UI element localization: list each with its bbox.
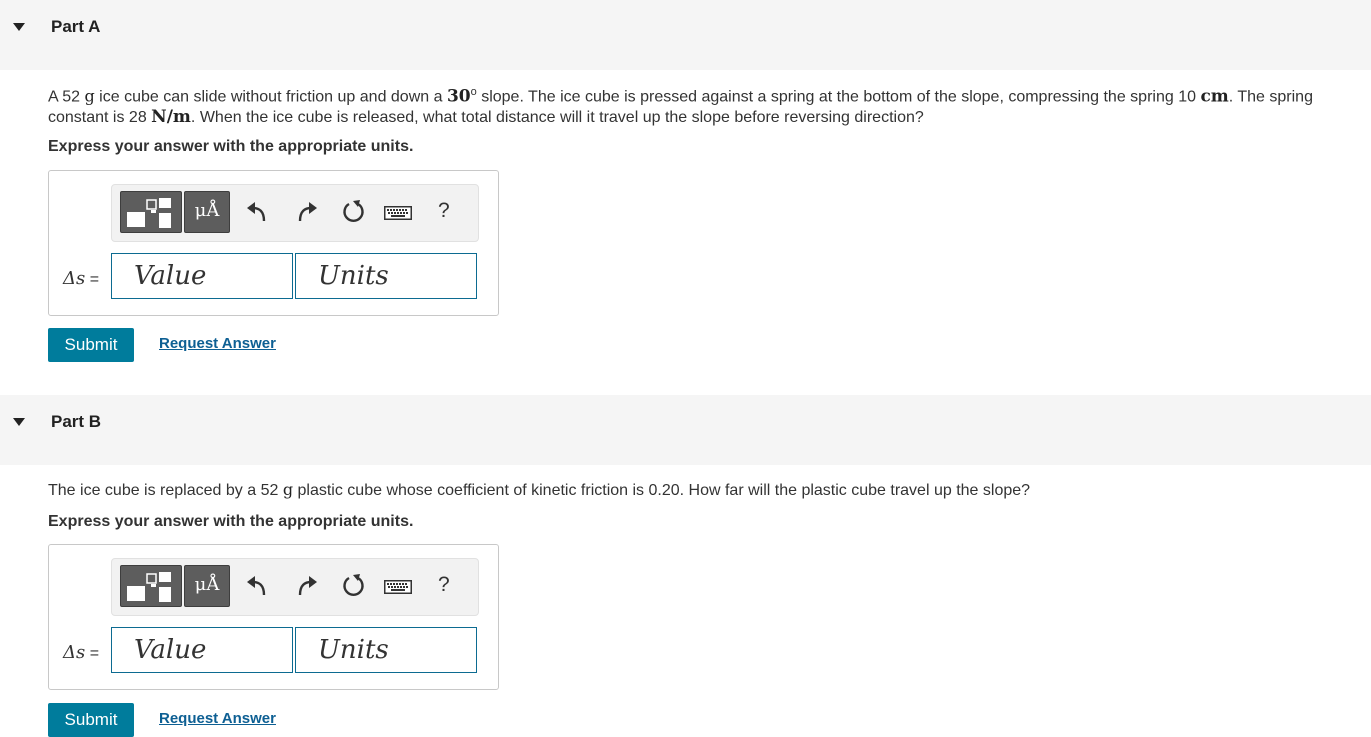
part-b-math-toolbar: μÅ ?	[111, 558, 479, 616]
templates-button[interactable]	[120, 191, 182, 233]
units-input[interactable]	[296, 254, 476, 298]
templates-icon	[127, 198, 171, 228]
units-button[interactable]: μÅ	[184, 565, 230, 607]
redo-icon[interactable]	[294, 573, 320, 599]
units-field	[295, 627, 477, 673]
part-b-problem: The ice cube is replaced by a 52 g plast…	[48, 479, 1348, 501]
redo-icon[interactable]	[294, 199, 320, 225]
value-field	[111, 627, 293, 673]
part-b-header[interactable]: Part B	[0, 395, 1371, 465]
part-a-header[interactable]: Part A	[0, 0, 1371, 70]
units-icon: μÅ	[194, 574, 220, 595]
part-b-instruction: Express your answer with the appropriate…	[48, 513, 414, 530]
part-b-title: Part B	[51, 412, 102, 431]
keyboard-icon[interactable]	[384, 580, 412, 594]
templates-button[interactable]	[120, 565, 182, 607]
part-a-instruction: Express your answer with the appropriate…	[48, 138, 414, 155]
undo-icon[interactable]	[244, 199, 270, 225]
value-input[interactable]	[112, 628, 292, 672]
part-a-problem-line-2: constant is 28 N/m. When the ice cube is…	[48, 107, 924, 128]
reset-icon[interactable]	[341, 199, 367, 225]
collapse-triangle-icon[interactable]	[13, 23, 25, 31]
part-a-answer-box: μÅ ? Δs =	[48, 170, 499, 316]
units-button[interactable]: μÅ	[184, 191, 230, 233]
delta-s-label: Δs =	[63, 642, 100, 663]
part-b-problem-line-1: The ice cube is replaced by a 52 g plast…	[48, 480, 1031, 499]
part-a-problem: A 52 g ice cube can slide without fricti…	[48, 82, 1348, 128]
part-b-answer-box: μÅ ? Δs =	[48, 544, 499, 690]
reset-icon[interactable]	[341, 573, 367, 599]
value-input[interactable]	[112, 254, 292, 298]
value-field	[111, 253, 293, 299]
keyboard-icon[interactable]	[384, 206, 412, 220]
part-a-submit-button[interactable]: Submit	[48, 328, 134, 362]
templates-icon	[127, 572, 171, 602]
part-a-math-toolbar: μÅ ?	[111, 184, 479, 242]
undo-icon[interactable]	[244, 573, 270, 599]
part-a-problem-line-1: A 52 g ice cube can slide without fricti…	[48, 86, 1313, 107]
units-icon: μÅ	[194, 200, 220, 221]
help-icon[interactable]: ?	[438, 573, 450, 597]
units-input[interactable]	[296, 628, 476, 672]
help-icon[interactable]: ?	[438, 199, 450, 223]
part-b-request-answer-link[interactable]: Request Answer	[159, 710, 276, 727]
units-field	[295, 253, 477, 299]
part-a-request-answer-link[interactable]: Request Answer	[159, 335, 276, 352]
delta-s-label: Δs =	[63, 268, 100, 289]
part-a-title: Part A	[51, 17, 101, 36]
collapse-triangle-icon[interactable]	[13, 418, 25, 426]
